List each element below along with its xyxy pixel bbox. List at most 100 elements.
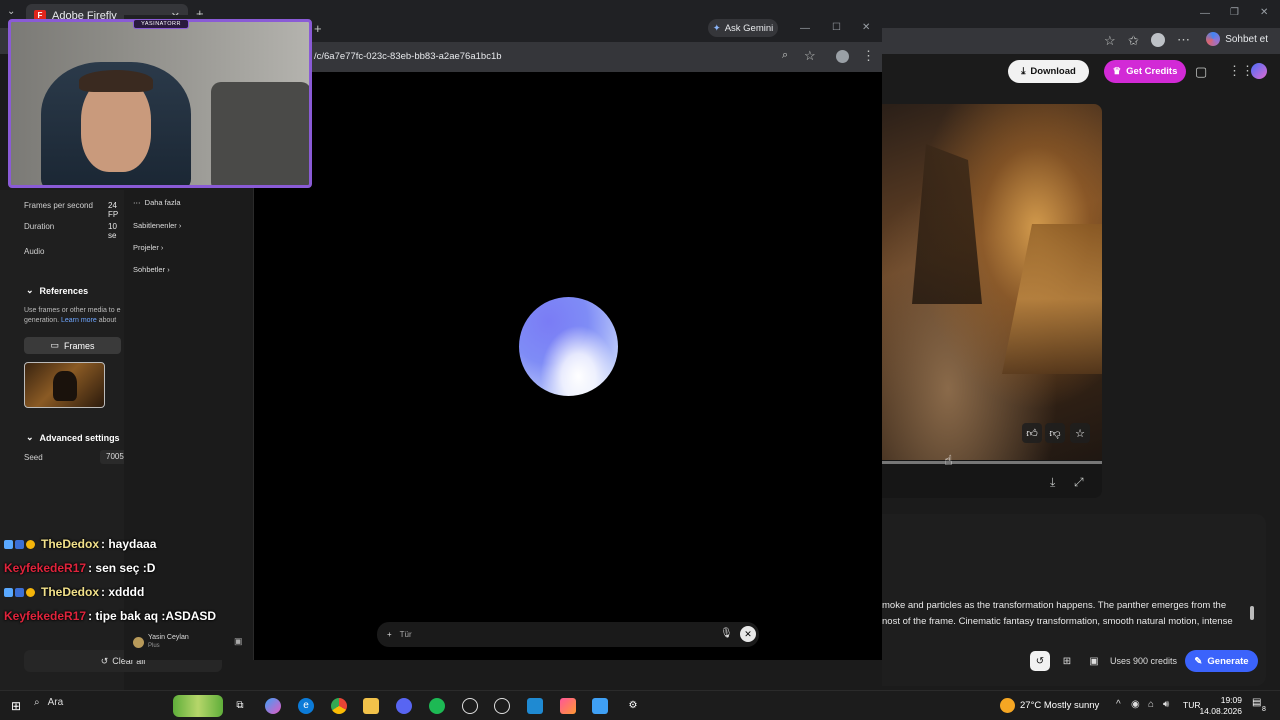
learn-more-link[interactable]: Learn more: [61, 317, 97, 324]
frames-tab[interactable]: ▭ Frames: [24, 337, 121, 354]
tray-app-icon[interactable]: ◉: [1131, 699, 1140, 710]
volume-icon[interactable]: 🔊︎: [1163, 699, 1169, 710]
sofa-shape: [211, 82, 309, 185]
prompt-scrollbar[interactable]: [1250, 606, 1254, 620]
sub-badge-icon: [4, 587, 13, 597]
photos-icon[interactable]: [560, 698, 576, 714]
prompt-text-line1[interactable]: moke and particles as the transformation…: [882, 600, 1226, 611]
url-text[interactable]: /c/6a7e77fc-023c-83eb-bb83-a2ae76a1bc1b: [314, 51, 502, 62]
popup-profile-avatar[interactable]: [836, 50, 849, 63]
sidebar-projects-label: Projeler: [133, 243, 159, 252]
voice-chat-input[interactable]: + Tür 🎙︎: [377, 622, 759, 647]
prompt-text-line2[interactable]: nost of the frame. Cinematic fantasy tra…: [882, 616, 1233, 627]
profile-avatar[interactable]: [1151, 33, 1165, 47]
mic-muted-icon[interactable]: 🎙︎: [720, 628, 733, 639]
favorite-star-icon[interactable]: ☆: [1070, 423, 1090, 443]
media-app-icon[interactable]: [527, 698, 543, 714]
zoom-search-icon[interactable]: ⌕: [782, 49, 788, 62]
credits-cost: Uses 900 credits: [1110, 656, 1178, 666]
menu-dots-icon[interactable]: ⋯: [1177, 32, 1190, 48]
spotify-icon[interactable]: [429, 698, 445, 714]
firefly-avatar[interactable]: [1251, 63, 1267, 79]
references-section-header[interactable]: ⌄ References: [26, 285, 88, 296]
clock[interactable]: 19:09 14.08.2026: [1199, 695, 1242, 717]
download-button[interactable]: ⤓ Download: [1008, 60, 1089, 83]
duration-select[interactable]: 10 se: [108, 222, 124, 240]
thumbs-up-icon[interactable]: 👍︎: [1022, 423, 1042, 443]
user-avatar[interactable]: [133, 637, 144, 648]
popup-menu-icon[interactable]: ⋮: [862, 48, 875, 64]
clock-date: 14.08.2026: [1199, 706, 1242, 716]
notification-icon[interactable]: ▤: [1252, 697, 1261, 708]
sub-badge-icon: [4, 539, 13, 549]
plus-icon[interactable]: +: [387, 630, 392, 639]
user-settings-icon[interactable]: ▣: [234, 636, 243, 647]
sidebar-item-more[interactable]: ⋯ Daha fazla: [133, 198, 181, 207]
video-progress-bar[interactable]: [882, 461, 1102, 464]
sidebar-item-pinned[interactable]: Sabitlenenler ›: [133, 221, 181, 230]
network-icon[interactable]: ⌂: [1148, 699, 1154, 710]
search-icon: ⌕: [34, 697, 40, 708]
reset-icon: ↺: [100, 655, 109, 666]
user-name[interactable]: Yasin Ceylan: [148, 634, 189, 641]
popup-maximize-icon[interactable]: ☐: [832, 22, 841, 33]
history-icon[interactable]: ↺: [1030, 651, 1050, 671]
fps-select[interactable]: 24 FP: [108, 201, 124, 219]
generate-icon: ✎: [1194, 655, 1203, 667]
advanced-settings-header[interactable]: ⌄ Advanced settings: [26, 432, 120, 443]
bookmark-star-icon[interactable]: ☆: [1104, 33, 1116, 49]
close-window-icon[interactable]: ✕: [1260, 7, 1268, 18]
weather-icon[interactable]: [1000, 698, 1015, 713]
audio-label: Audio: [24, 247, 45, 256]
chat-username: KeyfekedeR17: [4, 561, 87, 575]
chatgpt-icon[interactable]: [462, 698, 478, 714]
minimize-icon[interactable]: —: [1200, 8, 1210, 19]
restore-icon[interactable]: ❐: [1230, 7, 1239, 18]
seed-label: Seed: [24, 453, 43, 462]
get-credits-button[interactable]: ♛ Get Credits: [1104, 60, 1186, 83]
popup-new-tab-icon[interactable]: +: [314, 21, 322, 36]
tray-overflow-icon[interactable]: ^: [1116, 699, 1121, 710]
references-desc-line1: Use frames or other media to e: [24, 307, 121, 314]
chat-text: : haydaaa: [101, 537, 157, 551]
video-preview[interactable]: [882, 104, 1102, 460]
popup-minimize-icon[interactable]: —: [800, 23, 810, 34]
generated-video-card[interactable]: 👍︎ 👎︎ ☆ ⤓ ⤢: [882, 104, 1102, 498]
edge-icon[interactable]: e: [298, 698, 314, 714]
widgets-icon[interactable]: [173, 695, 223, 717]
taskbar-search[interactable]: ⌕ Ara: [34, 697, 63, 708]
end-voice-button[interactable]: ✕: [740, 626, 756, 642]
weather-text[interactable]: 27°C Mostly sunny: [1020, 700, 1099, 711]
reference-frame-thumbnail[interactable]: [24, 362, 105, 408]
paint-icon[interactable]: [592, 698, 608, 714]
generate-button[interactable]: ✎ Generate: [1185, 650, 1258, 672]
tab-list-icon[interactable]: ⌄: [7, 6, 15, 17]
download-label: Download: [1030, 66, 1076, 77]
ask-gemini-button[interactable]: ✦ Ask Gemini: [708, 19, 778, 37]
popup-bookmark-icon[interactable]: ☆: [804, 48, 816, 64]
video-settings-icon[interactable]: ▣: [1084, 651, 1104, 671]
video-download-icon[interactable]: ⤓: [1050, 475, 1055, 490]
aspect-ratio-icon[interactable]: ⊞: [1057, 651, 1077, 671]
voice-mode-orb[interactable]: [519, 297, 618, 396]
sidebar-item-chats[interactable]: Sohbetler ›: [133, 265, 170, 274]
seed-input[interactable]: 7005: [100, 450, 124, 464]
discord-icon[interactable]: [396, 698, 412, 714]
bookmarks-icon[interactable]: ✩: [1128, 33, 1139, 49]
file-explorer-icon[interactable]: [363, 698, 379, 714]
input-language[interactable]: TUR: [1183, 700, 1200, 710]
thumbs-down-icon[interactable]: 👎︎: [1045, 423, 1065, 443]
sidebar-item-projects[interactable]: Projeler ›: [133, 243, 163, 252]
popup-close-icon[interactable]: ✕: [862, 22, 870, 33]
chrome-icon[interactable]: [331, 698, 347, 714]
task-view-icon[interactable]: ⧉: [232, 698, 248, 714]
windows-start-icon[interactable]: ⊞: [8, 698, 24, 714]
fullscreen-icon[interactable]: ⤢: [1074, 475, 1084, 490]
settings-gear-icon[interactable]: ⚙: [625, 698, 641, 714]
chat-with-gemini-button[interactable]: Sohbet et: [1206, 32, 1268, 46]
chat-text: : sen seç :D: [88, 561, 156, 575]
obs-icon[interactable]: [494, 698, 510, 714]
copilot-icon[interactable]: [265, 698, 281, 714]
feedback-icon[interactable]: ▢: [1195, 64, 1207, 80]
chat-message: KeyfekedeR17 : tipe bak aq :ASDASD: [4, 609, 216, 623]
